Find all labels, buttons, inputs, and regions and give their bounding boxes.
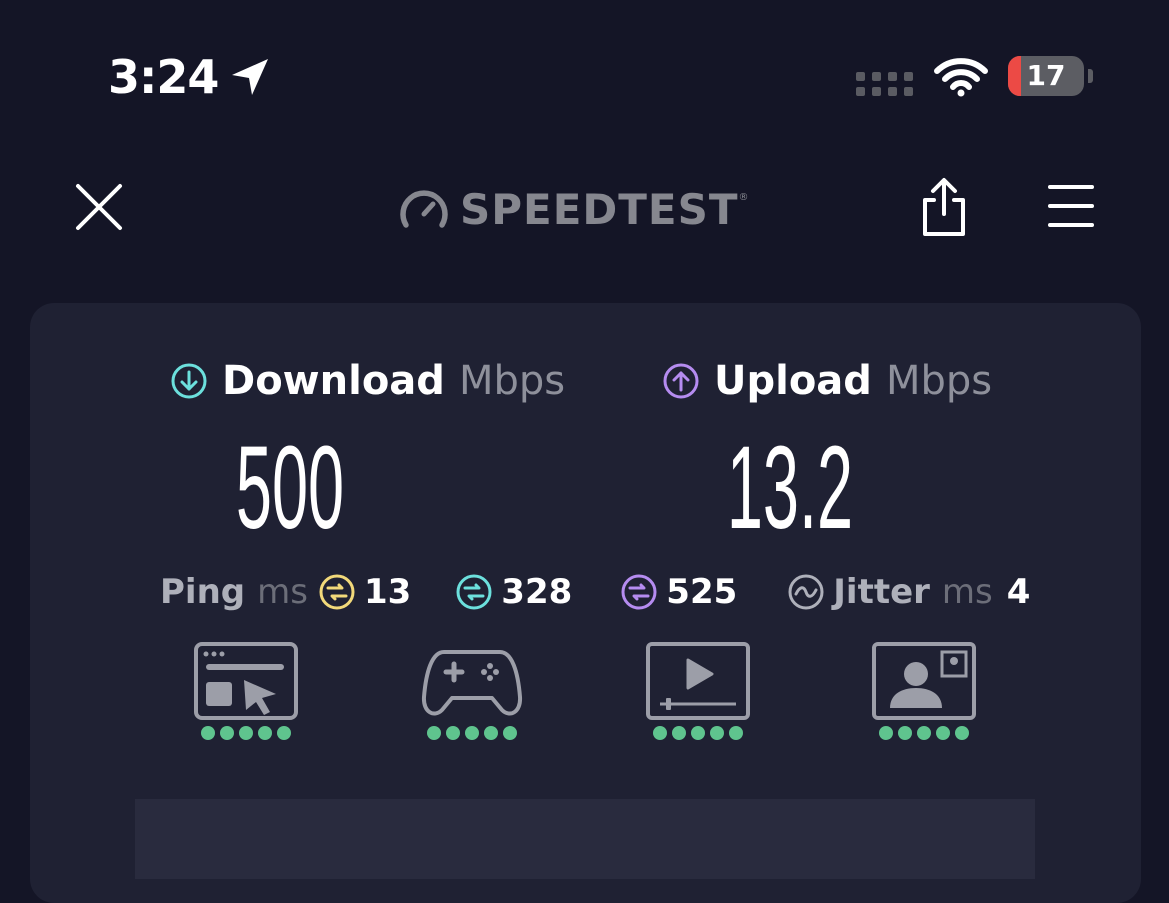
rating-dot xyxy=(503,726,517,740)
ping-idle-value: 13 xyxy=(363,572,412,612)
upload-label: Upload xyxy=(714,358,872,404)
rating-dot xyxy=(446,726,460,740)
battery-indicator: 17 xyxy=(1008,56,1094,98)
share-button[interactable] xyxy=(916,176,972,238)
web-browsing-icon xyxy=(194,642,298,720)
experience-video[interactable] xyxy=(646,642,750,740)
status-time: 3:24 xyxy=(108,50,219,104)
jitter: Jitter ms 4 xyxy=(787,572,1030,612)
rating-dot xyxy=(917,726,931,740)
video-streaming-icon xyxy=(646,642,750,720)
rating-dot xyxy=(277,726,291,740)
rating-dot xyxy=(465,726,479,740)
upload-latency-icon xyxy=(621,574,657,610)
logo-text: SPEEDTEST xyxy=(460,184,739,234)
idle-latency-icon xyxy=(319,574,355,610)
upload-value-wrap: 13.2 xyxy=(640,428,940,548)
battery-body: 17 xyxy=(1008,56,1084,96)
download-label: Download xyxy=(222,358,445,404)
rating-dot xyxy=(201,726,215,740)
rating-dot xyxy=(729,726,743,740)
experience-video-call[interactable] xyxy=(872,642,976,740)
jitter-unit: ms xyxy=(941,572,993,612)
rating-dot xyxy=(710,726,724,740)
download-latency-icon xyxy=(456,574,492,610)
video-call-icon xyxy=(872,642,976,720)
rating-dot xyxy=(258,726,272,740)
download-value: 500 xyxy=(235,422,345,554)
wifi-icon xyxy=(934,58,988,97)
share-icon xyxy=(923,178,965,236)
rating-dot xyxy=(653,726,667,740)
ping-download: 328 xyxy=(455,572,572,612)
location-arrow-icon xyxy=(232,59,268,95)
download-value-wrap: 500 xyxy=(140,428,440,548)
latency-row: Ping ms 13 328 525 Jitter ms 4 xyxy=(160,566,1030,618)
video-rating xyxy=(646,726,750,740)
ping-download-value: 328 xyxy=(501,572,573,612)
gauge-icon xyxy=(400,190,448,228)
cellular-signal-icon xyxy=(856,72,913,96)
jitter-value: 4 xyxy=(1006,572,1031,612)
experience-web[interactable] xyxy=(194,642,298,740)
gaming-controller-icon xyxy=(421,650,523,716)
upload-unit: Mbps xyxy=(885,358,993,404)
jitter-label: Jitter xyxy=(833,572,930,612)
jitter-icon xyxy=(788,574,824,610)
rating-dot xyxy=(220,726,234,740)
download-header: Download Mbps xyxy=(170,356,565,406)
gaming-rating xyxy=(420,726,524,740)
battery-cap xyxy=(1088,69,1093,83)
experience-gaming[interactable] xyxy=(420,642,524,740)
speedtest-logo: SPEEDTEST ® xyxy=(398,182,749,236)
battery-level: 17 xyxy=(1026,59,1066,92)
rating-dot xyxy=(936,726,950,740)
bottom-panel xyxy=(135,799,1035,879)
ping-upload-value: 525 xyxy=(666,572,738,612)
ping-upload: 525 xyxy=(620,572,737,612)
upload-arrow-icon xyxy=(663,363,699,399)
download-arrow-icon xyxy=(171,363,207,399)
upload-value: 13.2 xyxy=(726,422,854,554)
ping-unit: ms xyxy=(257,572,308,612)
rating-dot xyxy=(955,726,969,740)
rating-dot xyxy=(879,726,893,740)
rating-dot xyxy=(427,726,441,740)
rating-dot xyxy=(239,726,253,740)
rating-dot xyxy=(484,726,498,740)
close-icon xyxy=(76,184,122,230)
web-rating xyxy=(194,726,298,740)
logo-trademark: ® xyxy=(738,192,749,203)
video-call-rating xyxy=(872,726,976,740)
upload-header: Upload Mbps xyxy=(662,356,992,406)
menu-button[interactable] xyxy=(1046,182,1096,230)
close-button[interactable] xyxy=(70,178,128,236)
rating-dot xyxy=(691,726,705,740)
rating-dot xyxy=(898,726,912,740)
hamburger-menu-icon xyxy=(1048,185,1094,227)
ping-idle: 13 xyxy=(318,572,411,612)
rating-dot xyxy=(672,726,686,740)
ping-label: Ping xyxy=(160,572,246,612)
download-unit: Mbps xyxy=(458,358,566,404)
